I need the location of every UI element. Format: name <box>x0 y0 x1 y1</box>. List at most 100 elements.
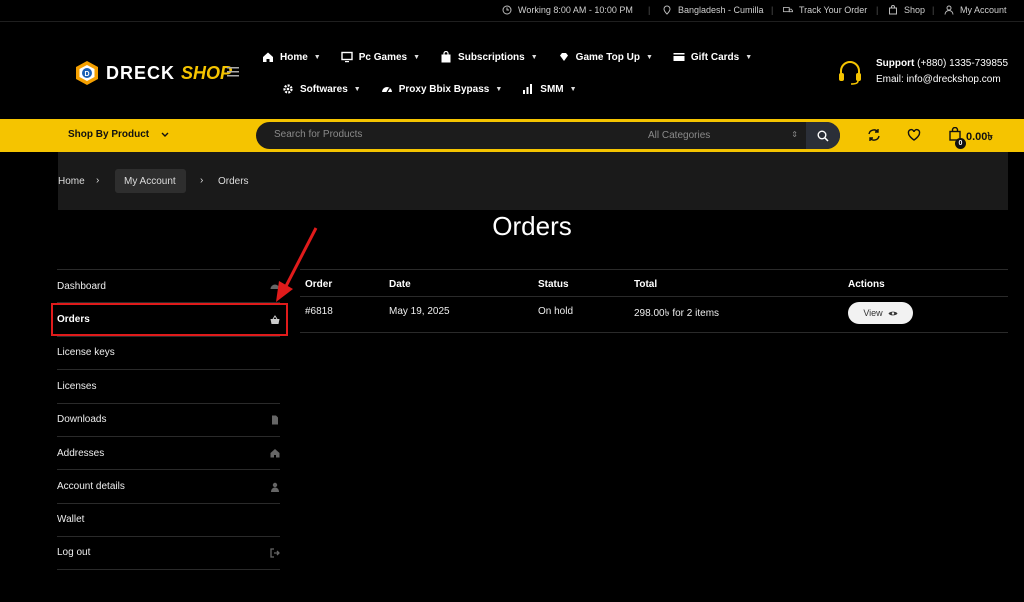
nav-game-top-up[interactable]: Game Top Up ▼ <box>558 51 653 63</box>
support-info: Support (+880) 1335-739855 Email: info@d… <box>836 56 1008 88</box>
bars-icon <box>523 84 533 94</box>
nav-pc-games[interactable]: Pc Games ▼ <box>341 51 420 63</box>
working-hours: Working 8:00 AM - 10:00 PM <box>502 5 633 15</box>
wishlist-heart-icon[interactable] <box>907 128 921 142</box>
dashboard-gauge-icon <box>270 284 280 290</box>
logout-icon <box>270 548 280 558</box>
track-order-text: Track Your Order <box>799 5 868 15</box>
nav-smm-label: SMM <box>540 83 564 95</box>
sidebar-item-log-out[interactable]: Log out <box>57 536 280 570</box>
search-button[interactable] <box>806 122 840 149</box>
sidebar-item-wallet[interactable]: Wallet <box>57 502 280 536</box>
search-bar: All Categories ⇕ <box>256 122 840 149</box>
chevron-down-icon: ▼ <box>530 53 538 61</box>
nav-softwares-label: Softwares <box>300 83 348 95</box>
shop-by-product-dropdown[interactable]: Shop By Product <box>68 129 169 140</box>
shopping-bag-icon <box>889 5 897 15</box>
nav-row-1: Home ▼ Pc Games ▼ Subscriptions ▼ Game Top … <box>262 51 752 63</box>
cart-total[interactable]: 0.00৳ <box>966 128 993 147</box>
site-logo[interactable]: D DRECK SHOP <box>74 60 232 86</box>
nav-proxy-bypass[interactable]: Proxy Bbix Bypass ▼ <box>381 83 503 95</box>
gauge-icon <box>381 87 392 93</box>
nav-subscriptions[interactable]: Subscriptions ▼ <box>440 51 538 63</box>
logo-badge-icon: D <box>76 61 98 85</box>
order-number-link[interactable]: #6818 <box>305 306 333 317</box>
card-icon <box>673 53 685 61</box>
orders-highlight-box <box>51 303 288 336</box>
order-date: May 19, 2025 <box>389 306 450 317</box>
table-row: #6818 May 19, 2025 On hold 298.00৳ for 2… <box>300 297 1008 333</box>
breadcrumb-current: Orders <box>218 176 249 187</box>
diamond-icon <box>559 53 568 61</box>
file-icon <box>272 415 278 425</box>
order-status: On hold <box>538 306 574 317</box>
sidebar-item-label: Log out <box>57 547 91 559</box>
sidebar-item-label: License keys <box>57 347 115 359</box>
bag-icon <box>441 51 451 63</box>
select-arrows-icon: ⇕ <box>791 130 798 139</box>
category-select[interactable]: All Categories ⇕ <box>648 130 798 141</box>
svg-text:D: D <box>84 71 89 78</box>
orders-table: Order Date Status Total Actions #6818 Ma… <box>300 269 1008 333</box>
sidebar-item-licenses[interactable]: Licenses <box>57 369 280 402</box>
chevron-down-icon: ▼ <box>413 53 421 61</box>
top-info-bar: Working 8:00 AM - 10:00 PM | Bangladesh … <box>0 0 1024 22</box>
hamburger-menu-icon[interactable] <box>227 67 239 77</box>
nav-pc-games-label: Pc Games <box>358 51 408 63</box>
truck-icon <box>783 7 793 13</box>
support-email: Email: info@dreckshop.com <box>876 74 1001 85</box>
user-icon <box>271 482 279 492</box>
support-label: Support <box>876 58 915 69</box>
header-status: Status <box>538 279 569 290</box>
my-account-link[interactable]: My Account <box>944 5 1007 15</box>
shop-by-product-label: Shop By Product <box>68 129 150 140</box>
working-hours-text: Working 8:00 AM - 10:00 PM <box>518 5 633 15</box>
breadcrumb-chevron-icon: › <box>96 175 100 186</box>
nav-gift-cards[interactable]: Gift Cards ▼ <box>673 51 752 63</box>
home-icon <box>263 52 273 62</box>
sidebar-item-dashboard[interactable]: Dashboard <box>57 269 280 302</box>
chevron-down-icon <box>161 132 169 137</box>
sidebar-item-label: Downloads <box>57 414 107 426</box>
track-order-link[interactable]: Track Your Order <box>783 5 867 15</box>
support-phone: (+880) 1335-739855 <box>917 58 1009 69</box>
chevron-down-icon: ▼ <box>313 53 321 61</box>
support-text: Support (+880) 1335-739855 Email: info@d… <box>876 56 1008 88</box>
sidebar-item-label: Wallet <box>57 514 85 526</box>
nav-softwares[interactable]: Softwares ▼ <box>282 83 361 95</box>
header-order: Order <box>305 279 333 290</box>
header-date: Date <box>389 279 411 290</box>
logo-text-accent: SHOP <box>181 62 233 83</box>
product-bar: Shop By Product All Categories ⇕ <box>0 119 1024 152</box>
location-pin-icon <box>663 5 671 15</box>
chevron-down-icon: ▼ <box>569 85 577 93</box>
table-header-row: Order Date Status Total Actions <box>300 269 1008 297</box>
headset-icon <box>839 61 861 85</box>
sidebar-item-license-keys[interactable]: License keys <box>57 335 280 369</box>
nav-home[interactable]: Home ▼ <box>262 51 321 63</box>
sidebar-item-downloads[interactable]: Downloads <box>57 402 280 436</box>
page-title: Orders <box>492 211 572 241</box>
sidebar-item-account-details[interactable]: Account details <box>57 469 280 502</box>
breadcrumb-my-account[interactable]: My Account <box>124 176 176 187</box>
sidebar-item-label: Addresses <box>57 447 105 459</box>
view-order-button[interactable]: View <box>848 302 913 324</box>
shop-text: Shop <box>904 5 926 15</box>
order-total: 298.00৳ for 2 items <box>634 308 720 319</box>
sidebar-item-label: Licenses <box>57 380 97 392</box>
nav-proxy-bypass-label: Proxy Bbix Bypass <box>398 83 490 95</box>
chevron-down-icon: ▼ <box>745 53 753 61</box>
clock-icon <box>502 5 512 15</box>
nav-gift-cards-label: Gift Cards <box>690 51 740 63</box>
chevron-down-icon: ▼ <box>495 85 503 93</box>
search-input[interactable] <box>274 129 614 140</box>
location: Bangladesh - Cumilla <box>662 5 764 15</box>
compare-icon[interactable] <box>867 128 881 142</box>
home-icon <box>270 449 280 458</box>
breadcrumb-home[interactable]: Home <box>58 176 85 187</box>
view-order-label: View <box>863 308 883 318</box>
nav-game-top-up-label: Game Top Up <box>575 51 640 63</box>
nav-smm[interactable]: SMM ▼ <box>522 83 577 95</box>
sidebar-item-addresses[interactable]: Addresses <box>57 435 280 469</box>
shop-link[interactable]: Shop <box>888 5 925 15</box>
